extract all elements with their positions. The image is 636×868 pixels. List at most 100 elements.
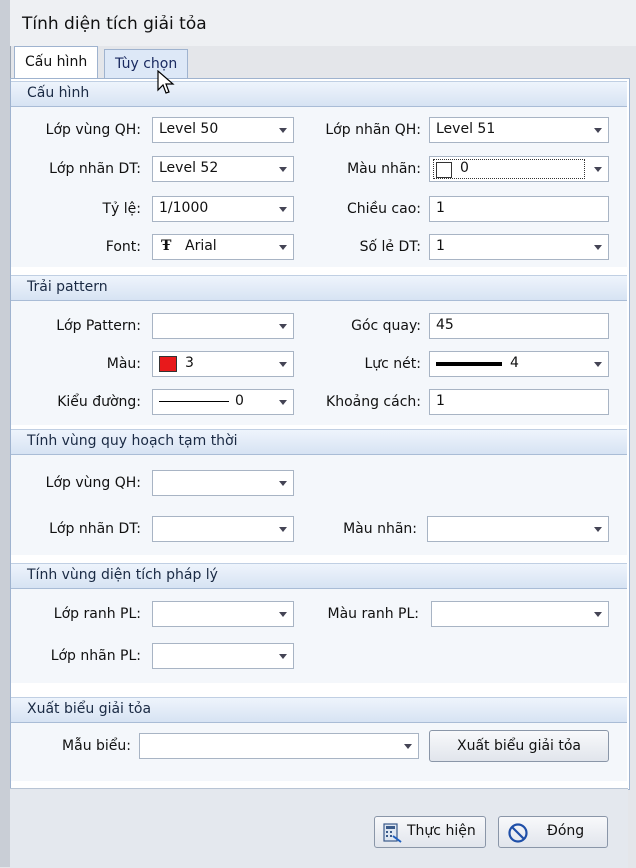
- ty-le-dropdown[interactable]: 1/1000: [152, 196, 294, 222]
- chevron-down-icon: [279, 207, 287, 212]
- config-section-title: Cấu hình: [27, 85, 90, 101]
- chevron-down-icon: [279, 245, 287, 250]
- tab-cau-hinh[interactable]: Cấu hình: [14, 46, 99, 78]
- chevron-down-icon: [279, 400, 287, 405]
- export-section-title: Xuất biểu giải tỏa: [27, 701, 152, 717]
- chevron-down-icon: [279, 128, 287, 133]
- temp-zone-section-title: Tính vùng quy hoạch tạm thời: [27, 433, 238, 449]
- lop-pattern-dropdown[interactable]: [152, 313, 294, 339]
- kieu-duong-label: Kiểu đường:: [57, 394, 141, 410]
- ty-le-label: Tỷ lệ:: [102, 201, 141, 217]
- mau-nhan-label: Màu nhãn:: [347, 161, 421, 177]
- pattern-section-title: Trải pattern: [27, 279, 108, 295]
- luc-net-dropdown[interactable]: 4: [429, 351, 609, 377]
- chieu-cao-input[interactable]: 1: [429, 196, 609, 222]
- lop-vung-qh-value: Level 50: [159, 121, 219, 137]
- mau-bieu-label: Mẫu biểu:: [62, 738, 131, 754]
- legal-section-title: Tính vùng diện tích pháp lý: [27, 567, 218, 583]
- lop-nhan-qh-dropdown[interactable]: Level 51: [429, 117, 609, 143]
- font-dropdown[interactable]: Ŧ Arial: [152, 234, 294, 260]
- footer-bar: Thực hiện Đóng: [10, 788, 628, 868]
- goc-quay-input[interactable]: 45: [429, 313, 609, 339]
- close-button-label: Đóng: [547, 823, 585, 839]
- mau-label: Màu:: [106, 356, 141, 372]
- kieu-duong-value: 0: [235, 393, 244, 409]
- color-swatch: [436, 162, 452, 178]
- export-section-header: Xuất biểu giải tỏa: [11, 697, 627, 723]
- chevron-down-icon: [594, 612, 602, 617]
- tab-cau-hinh-label: Cấu hình: [25, 54, 88, 70]
- ty-le-value: 1/1000: [159, 200, 209, 216]
- lop-vung-qh-label: Lớp vùng QH:: [45, 122, 141, 138]
- temp-zone-section: Tính vùng quy hoạch tạm thời Lớp vùng QH…: [11, 429, 627, 555]
- chevron-down-icon: [594, 362, 602, 367]
- chevron-down-icon: [404, 744, 412, 749]
- luc-net-label: Lực nét:: [364, 356, 421, 372]
- lop-nhan-dt-label: Lớp nhãn DT:: [49, 161, 141, 177]
- chevron-down-icon: [279, 527, 287, 532]
- line-weight-sample: [436, 362, 502, 366]
- chevron-down-icon: [279, 481, 287, 486]
- lop-ranh-pl-dropdown[interactable]: [152, 601, 294, 627]
- pattern-section: Trải pattern Lớp Pattern: Góc quay: 45 M…: [11, 275, 627, 425]
- focus-rectangle: [433, 159, 585, 179]
- mau-nhan-value: 0: [460, 160, 469, 176]
- tab-content: Cấu hình Lớp vùng QH: Level 50 Lớp nhãn …: [10, 78, 630, 790]
- lop-nhan-pl-label: Lớp nhãn PL:: [50, 648, 141, 664]
- lop-nhan-dt-dropdown[interactable]: Level 52: [152, 156, 294, 182]
- chieu-cao-label: Chiều cao:: [346, 201, 421, 217]
- run-button[interactable]: Thực hiện: [374, 816, 486, 848]
- config-section: Cấu hình Lớp vùng QH: Level 50 Lớp nhãn …: [11, 81, 627, 267]
- lop-vung-qh-dropdown[interactable]: Level 50: [152, 117, 294, 143]
- line-style-sample: [159, 401, 229, 402]
- temp-mau-nhan-dropdown[interactable]: [427, 516, 609, 542]
- mau-bieu-dropdown[interactable]: [139, 733, 419, 759]
- temp-mau-nhan-label: Màu nhãn:: [343, 521, 417, 537]
- chevron-down-icon: [594, 167, 602, 172]
- export-report-button[interactable]: Xuất biểu giải tỏa: [429, 730, 609, 762]
- color-swatch: [159, 356, 177, 372]
- export-section: Xuất biểu giải tỏa Mẫu biểu: Xuất biểu g…: [11, 697, 627, 781]
- so-le-dt-value: 1: [436, 238, 445, 254]
- chevron-down-icon: [279, 612, 287, 617]
- run-button-label: Thực hiện: [407, 823, 476, 839]
- luc-net-value: 4: [510, 355, 519, 371]
- lop-nhan-qh-label: Lớp nhãn QH:: [325, 122, 421, 138]
- goc-quay-label: Góc quay:: [351, 318, 421, 334]
- calculator-icon: [383, 823, 402, 843]
- mau-ranh-pl-label: Màu ranh PL:: [327, 606, 419, 622]
- mouse-pointer-icon: [157, 70, 175, 94]
- so-le-dt-label: Số lẻ DT:: [359, 239, 421, 255]
- khoang-cach-label: Khoảng cách:: [326, 394, 421, 410]
- temp-zone-section-header: Tính vùng quy hoạch tạm thời: [11, 429, 627, 455]
- lop-pattern-label: Lớp Pattern:: [56, 318, 141, 334]
- temp-lop-nhan-dt-dropdown[interactable]: [152, 516, 294, 542]
- tab-strip: Cấu hình Tùy chọn: [10, 46, 636, 78]
- chevron-down-icon: [594, 527, 602, 532]
- legal-section: Tính vùng diện tích pháp lý Lớp ranh PL:…: [11, 563, 627, 683]
- temp-lop-vung-qh-dropdown[interactable]: [152, 470, 294, 496]
- mau-ranh-pl-dropdown[interactable]: [431, 601, 609, 627]
- goc-quay-value: 45: [436, 317, 454, 333]
- lop-ranh-pl-label: Lớp ranh PL:: [53, 606, 141, 622]
- close-button[interactable]: Đóng: [498, 816, 608, 848]
- mau-value: 3: [185, 355, 194, 371]
- chevron-down-icon: [594, 245, 602, 250]
- lop-nhan-dt-value: Level 52: [159, 160, 219, 176]
- kieu-duong-dropdown[interactable]: 0: [152, 389, 294, 415]
- lop-nhan-pl-dropdown[interactable]: [152, 643, 294, 669]
- khoang-cach-input[interactable]: 1: [429, 389, 609, 415]
- so-le-dt-dropdown[interactable]: 1: [429, 234, 609, 260]
- pattern-section-header: Trải pattern: [11, 275, 627, 301]
- chevron-down-icon: [594, 128, 602, 133]
- mau-color-dropdown[interactable]: 3: [152, 351, 294, 377]
- temp-lop-nhan-dt-label: Lớp nhãn DT:: [49, 521, 141, 537]
- font-value: Arial: [185, 238, 217, 254]
- mau-nhan-color-dropdown[interactable]: 0: [429, 156, 609, 182]
- truetype-font-icon: Ŧ: [161, 238, 172, 254]
- chevron-down-icon: [279, 324, 287, 329]
- prohibited-icon: [508, 823, 528, 843]
- khoang-cach-value: 1: [436, 393, 445, 409]
- chieu-cao-value: 1: [436, 200, 445, 216]
- lop-nhan-qh-value: Level 51: [436, 121, 496, 137]
